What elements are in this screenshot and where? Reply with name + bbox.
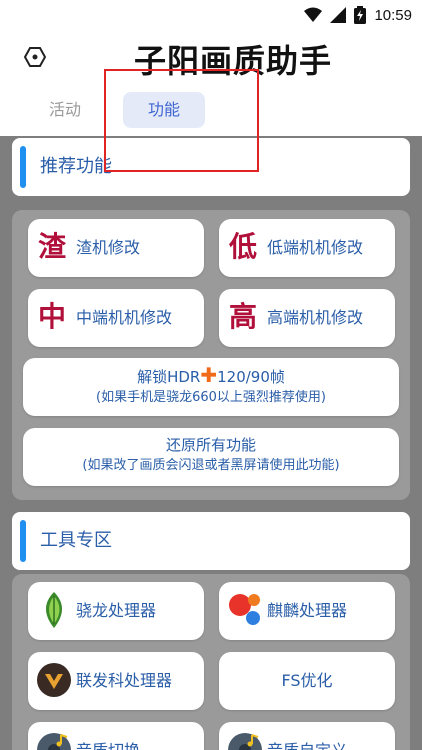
wifi-icon	[304, 7, 323, 22]
tab-features[interactable]: 功能	[123, 92, 205, 128]
button-label: 高端机机修改	[267, 308, 364, 327]
unlock-hdr-title: 解锁HDR✚120/90帧	[23, 358, 399, 388]
unlock-suffix: 120/90帧	[217, 368, 285, 386]
restore-note: (如果改了画质会闪退或者黑屏请使用此功能)	[82, 458, 340, 473]
mid-end-mod-button[interactable]: 中 中端机机修改	[28, 289, 204, 347]
status-icons: 10:59	[304, 6, 412, 24]
status-time: 10:59	[374, 6, 412, 24]
section-accent-bar	[20, 520, 26, 562]
button-label: FS优化	[281, 671, 333, 690]
button-label: 骁龙处理器	[76, 601, 157, 620]
button-label: 中端机机修改	[76, 308, 173, 327]
kirin-processor-button[interactable]: 麒麟处理器	[219, 582, 395, 640]
audio-switch-button[interactable]: 音质切换	[28, 722, 204, 750]
audio-custom-button[interactable]: 音质自定义	[219, 722, 395, 750]
fs-optimize-button[interactable]: FS优化	[219, 652, 395, 710]
app-logo-icon[interactable]	[24, 46, 46, 68]
app-title: 子阳画质助手	[134, 42, 333, 80]
restore-title: 还原所有功能	[165, 436, 256, 454]
mediatek-processor-button[interactable]: 联发科处理器	[28, 652, 204, 710]
unlock-hdr-button[interactable]: 解锁HDR✚120/90帧 (如果手机是骁龙660以上强烈推荐使用)	[23, 358, 399, 416]
low-quality-mod-button[interactable]: 渣 渣机修改	[28, 219, 204, 277]
music-icon	[228, 733, 262, 750]
section-recommended-header: 推荐功能	[12, 138, 410, 196]
button-label: 音质自定义	[267, 722, 347, 750]
low-end-mod-button[interactable]: 低 低端机机修改	[219, 219, 395, 277]
tab-activity[interactable]: 活动	[36, 92, 94, 128]
char-icon-zhong: 中	[38, 300, 67, 333]
music-icon	[37, 733, 71, 750]
snapdragon-processor-button[interactable]: 骁龙处理器	[28, 582, 204, 640]
battery-icon	[354, 6, 367, 24]
button-label: 低端机机修改	[267, 238, 364, 257]
button-label: 音质切换	[76, 722, 140, 750]
app-header: 子阳画质助手 活动 功能	[0, 30, 422, 136]
char-icon-gao: 高	[229, 300, 258, 333]
char-icon-zha: 渣	[38, 230, 67, 263]
main-content: 推荐功能 渣 渣机修改 低 低端机机修改 中 中端机机修改 高 高端机机修改 解…	[0, 136, 422, 750]
section-accent-bar	[20, 146, 26, 188]
section-tools-title: 工具专区	[40, 530, 112, 551]
snapdragon-icon	[46, 592, 62, 628]
char-icon-di: 低	[229, 230, 258, 263]
button-label: 麒麟处理器	[267, 601, 348, 620]
high-end-mod-button[interactable]: 高 高端机机修改	[219, 289, 395, 347]
recommended-panel: 渣 渣机修改 低 低端机机修改 中 中端机机修改 高 高端机机修改 解锁HDR✚…	[12, 210, 410, 500]
restore-all-button[interactable]: 还原所有功能 (如果改了画质会闪退或者黑屏请使用此功能)	[23, 428, 399, 486]
signal-icon	[330, 7, 347, 23]
unlock-prefix: 解锁HDR	[137, 368, 201, 386]
button-label: 联发科处理器	[76, 671, 173, 690]
mediatek-icon	[37, 663, 71, 697]
section-recommended-title: 推荐功能	[40, 156, 112, 177]
plus-icon: ✚	[200, 363, 218, 387]
button-label: 渣机修改	[76, 238, 141, 257]
status-bar: 10:59	[0, 0, 422, 30]
tools-panel: 骁龙处理器 麒麟处理器 联发科处理器 FS优化	[12, 574, 410, 750]
section-tools-header: 工具专区	[12, 512, 410, 570]
kirin-icon	[229, 594, 260, 625]
unlock-hdr-note: (如果手机是骁龙660以上强烈推荐使用)	[96, 390, 326, 405]
